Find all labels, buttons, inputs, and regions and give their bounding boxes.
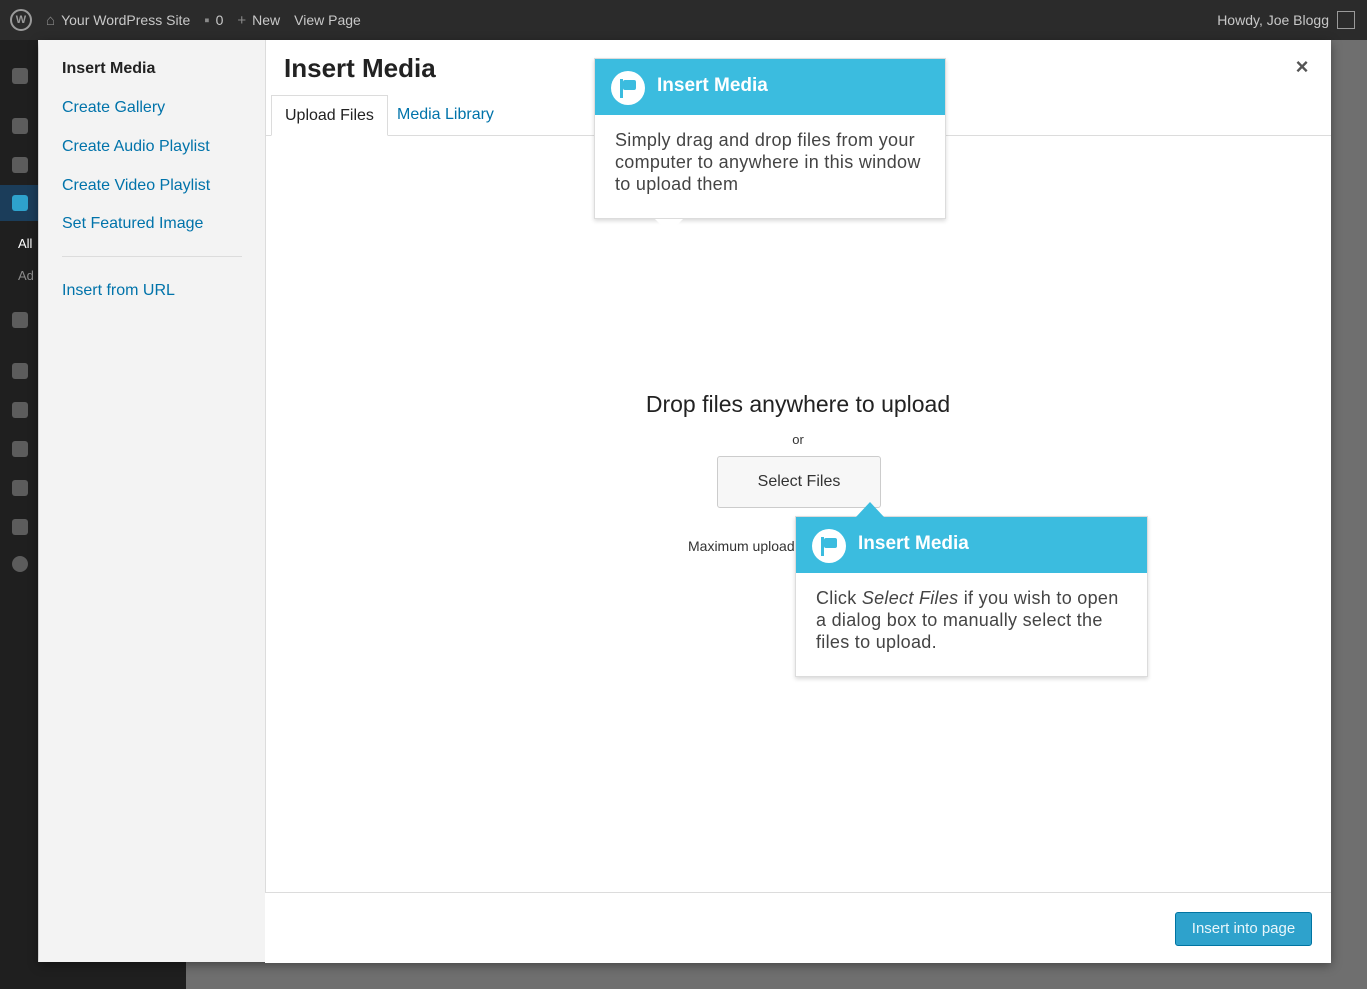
menu-item-insert-media[interactable]: Insert Media bbox=[62, 60, 155, 78]
tab-upload-files[interactable]: Upload Files bbox=[271, 95, 388, 136]
pointer-arrow bbox=[856, 502, 884, 517]
flag-icon bbox=[812, 529, 846, 563]
pointer-title: Insert Media bbox=[657, 75, 768, 96]
pointer-body: Click Select Files if you wish to open a… bbox=[796, 573, 1147, 667]
drop-instructions: Drop files anywhere to upload bbox=[645, 391, 951, 417]
pointer-select-files: Insert Media Click Select Files if you w… bbox=[795, 502, 1148, 677]
plus-icon: + bbox=[237, 11, 247, 29]
comments-count: 0 bbox=[215, 12, 224, 28]
site-name-label: Your WordPress Site bbox=[61, 12, 191, 28]
tools-icon[interactable] bbox=[12, 480, 28, 496]
view-page-label: View Page bbox=[294, 12, 361, 28]
comments-link[interactable]: ▪ 0 bbox=[204, 12, 223, 29]
add-page-link[interactable]: Ad bbox=[18, 268, 34, 283]
menu-item-create-video-playlist[interactable]: Create Video Playlist bbox=[62, 177, 210, 195]
pointer-body-emphasis: Select Files bbox=[861, 588, 959, 608]
media-icon[interactable] bbox=[12, 157, 28, 173]
site-name-link[interactable]: ⌂ Your WordPress Site bbox=[46, 12, 190, 29]
menu-item-set-featured-image[interactable]: Set Featured Image bbox=[62, 215, 203, 233]
avatar[interactable] bbox=[1337, 11, 1355, 29]
backdrop-right bbox=[1331, 40, 1367, 989]
backdrop-menu-strip bbox=[38, 962, 186, 989]
new-content-link[interactable]: + New bbox=[237, 12, 280, 29]
dashboard-icon[interactable] bbox=[12, 68, 28, 84]
flag-icon bbox=[611, 71, 645, 105]
settings-icon[interactable] bbox=[12, 519, 28, 535]
or-label: or bbox=[792, 432, 804, 447]
select-files-button[interactable]: Select Files bbox=[717, 456, 881, 508]
menu-separator bbox=[62, 256, 242, 257]
pointer-title: Insert Media bbox=[858, 533, 969, 554]
menu-item-create-audio-playlist[interactable]: Create Audio Playlist bbox=[62, 138, 210, 156]
collapse-icon[interactable] bbox=[12, 556, 28, 572]
all-pages-link[interactable]: All bbox=[18, 236, 32, 251]
admin-bar: W ⌂ Your WordPress Site ▪ 0 + New View P… bbox=[0, 0, 1367, 40]
menu-item-create-gallery[interactable]: Create Gallery bbox=[62, 99, 165, 117]
home-icon: ⌂ bbox=[46, 11, 56, 29]
wordpress-logo-icon[interactable]: W bbox=[10, 9, 32, 31]
users-icon[interactable] bbox=[12, 441, 28, 457]
pages-icon[interactable] bbox=[12, 195, 28, 211]
pointer-body: Simply drag and drop files from your com… bbox=[615, 130, 921, 194]
pointer-body-prefix: Click bbox=[816, 588, 862, 608]
max-upload-size: Maximum upload bbox=[688, 538, 795, 554]
page-title: Insert Media bbox=[284, 53, 436, 83]
pointer-header: Insert Media bbox=[595, 59, 945, 115]
plugins-icon[interactable] bbox=[12, 402, 28, 418]
view-page-link[interactable]: View Page bbox=[294, 12, 361, 28]
comments-icon[interactable] bbox=[12, 312, 28, 328]
insert-into-page-button[interactable]: Insert into page bbox=[1175, 912, 1312, 946]
admin-sidebar: All Ad bbox=[0, 40, 38, 989]
upload-drop-area[interactable]: Drop files anywhere to upload or Select … bbox=[265, 136, 1331, 892]
tab-media-library[interactable]: Media Library bbox=[384, 95, 507, 135]
pin-icon[interactable] bbox=[12, 118, 28, 134]
media-toolbar: Insert into page bbox=[265, 892, 1331, 963]
backdrop-bottom bbox=[186, 962, 1367, 989]
pointer-arrow bbox=[655, 219, 683, 233]
pointer-drag-drop: Insert Media Simply drag and drop files … bbox=[594, 58, 946, 233]
media-menu: Insert Media Create Gallery Create Audio… bbox=[39, 40, 266, 962]
menu-item-insert-from-url[interactable]: Insert from URL bbox=[62, 282, 175, 300]
comment-icon: ▪ bbox=[204, 11, 210, 29]
pointer-header: Insert Media bbox=[796, 517, 1147, 573]
appearance-icon[interactable] bbox=[12, 363, 28, 379]
new-label: New bbox=[252, 12, 281, 28]
user-greeting[interactable]: Howdy, Joe Blogg bbox=[1217, 12, 1329, 28]
close-button[interactable]: × bbox=[1289, 54, 1315, 80]
